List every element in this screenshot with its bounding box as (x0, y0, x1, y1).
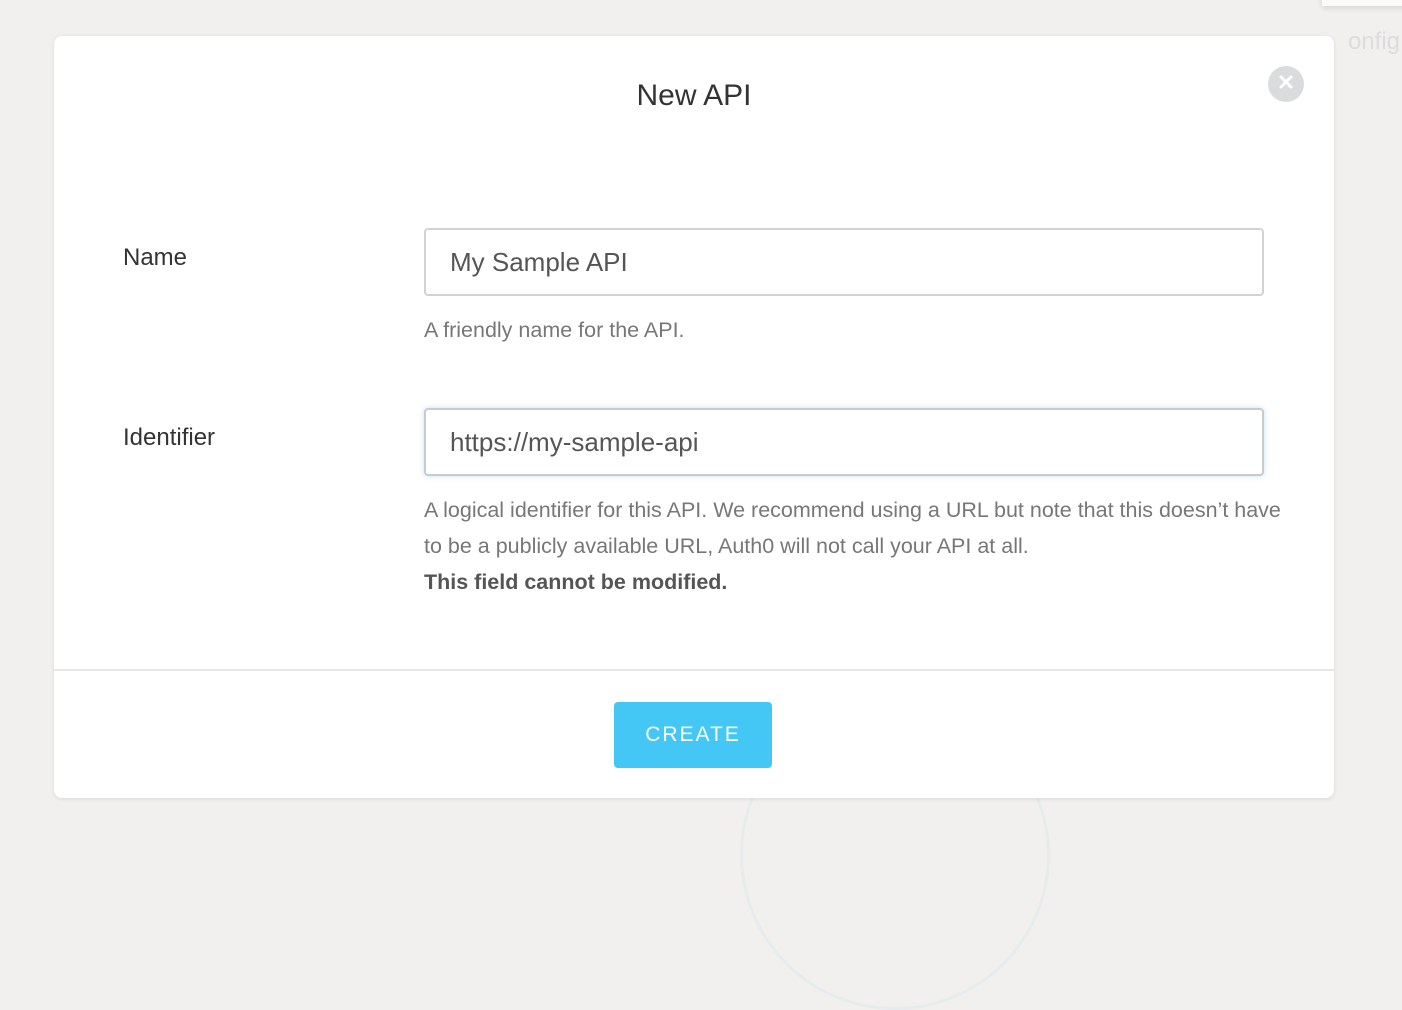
create-button[interactable]: CREATE (614, 702, 772, 768)
identifier-help-text: A logical identifier for this API. We re… (424, 492, 1294, 600)
name-input[interactable] (424, 228, 1264, 296)
identifier-label: Identifier (123, 424, 216, 451)
identifier-input[interactable] (424, 408, 1264, 476)
name-help-text: A friendly name for the API. (424, 318, 685, 342)
close-button[interactable] (1268, 66, 1304, 102)
name-label: Name (123, 244, 188, 271)
identifier-help-warning: This field cannot be modified. (424, 570, 728, 594)
close-icon (1278, 74, 1294, 95)
identifier-help-description: A logical identifier for this API. We re… (424, 498, 1281, 558)
background-text: onfig (1347, 28, 1400, 55)
background-card (1322, 0, 1402, 6)
new-api-modal: New API Name A friendly name for the API… (54, 36, 1334, 798)
modal-title: New API (636, 79, 752, 112)
footer-divider (54, 669, 1334, 671)
